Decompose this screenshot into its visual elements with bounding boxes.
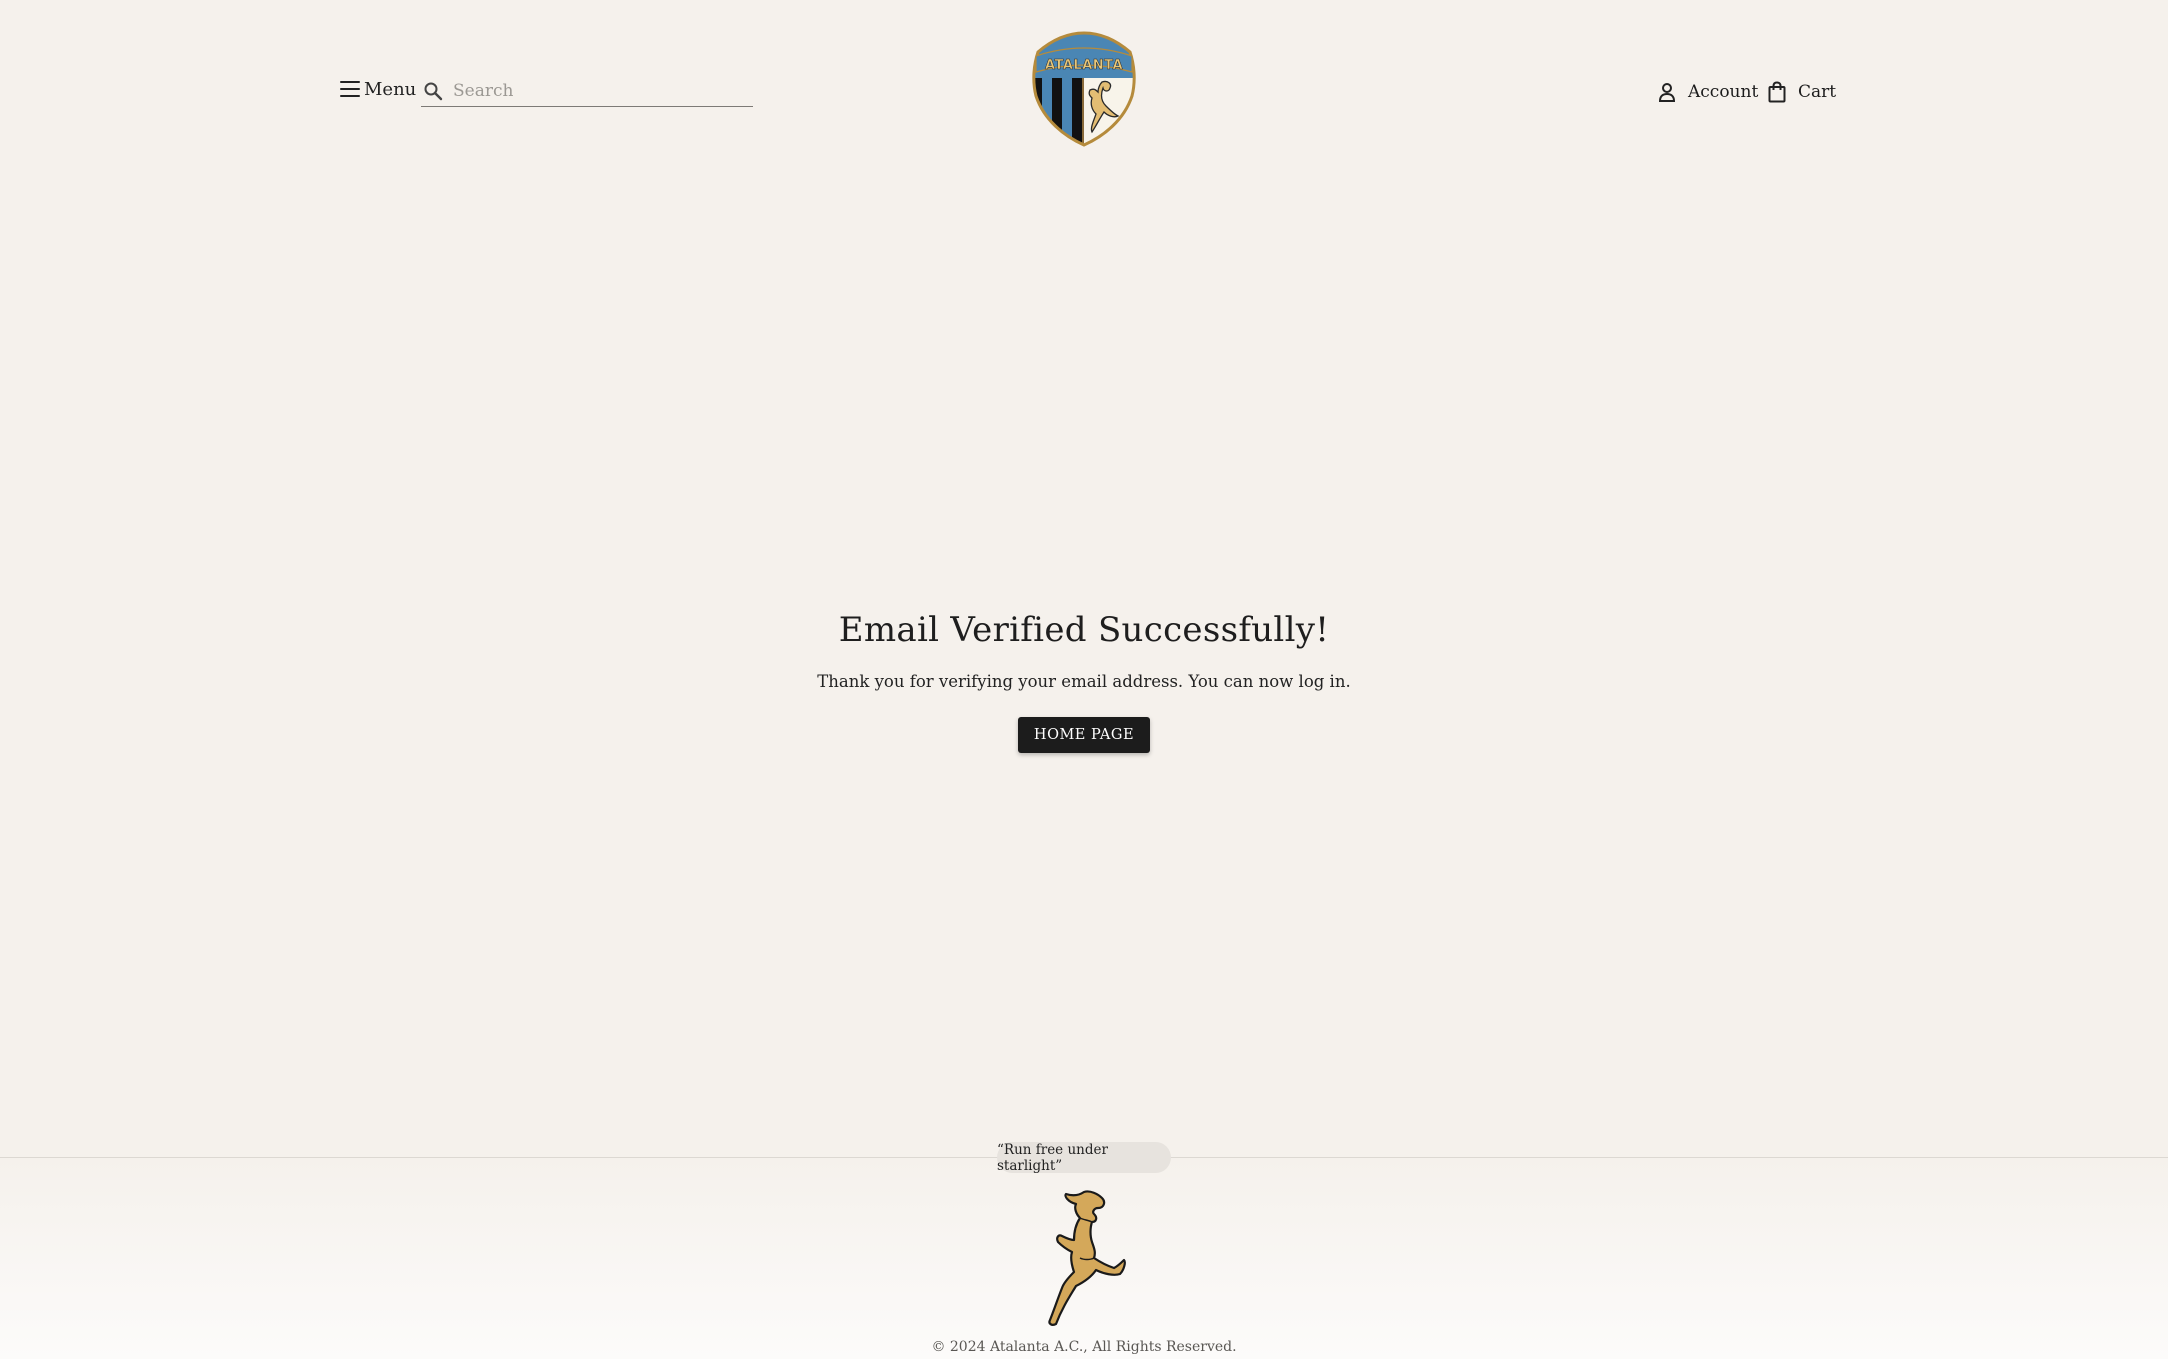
verification-message: Email Verified Successfully! Thank you f… [0, 610, 2168, 753]
home-page-button[interactable]: HOME PAGE [1017, 717, 1151, 753]
page-title: Email Verified Successfully! [838, 610, 1330, 650]
crest-logo[interactable]: ATALANTA [1030, 30, 1138, 148]
account-icon [1658, 83, 1676, 102]
verification-text: Thank you for verifying your email addre… [817, 672, 1351, 691]
menu-label: Menu [364, 78, 417, 100]
account-button[interactable]: Account [1658, 78, 1758, 106]
cart-label: Cart [1798, 82, 1837, 102]
search-icon [424, 82, 443, 101]
site-header: Menu ATALANTA [0, 0, 2168, 170]
account-label: Account [1688, 82, 1759, 102]
crest-logo-text: ATALANTA [1045, 58, 1123, 73]
runner-logo [1048, 1190, 1126, 1326]
footer-tagline: “Run free under starlight” [997, 1142, 1171, 1174]
copyright: © 2024 Atalanta A.C., All Rights Reserve… [931, 1339, 1237, 1355]
search-bar[interactable] [421, 76, 753, 107]
hamburger-icon [340, 81, 360, 97]
search-input[interactable] [453, 81, 733, 101]
cart-icon [1768, 81, 1786, 103]
cart-button[interactable]: Cart [1768, 78, 1836, 106]
menu-button[interactable]: Menu [340, 74, 416, 104]
